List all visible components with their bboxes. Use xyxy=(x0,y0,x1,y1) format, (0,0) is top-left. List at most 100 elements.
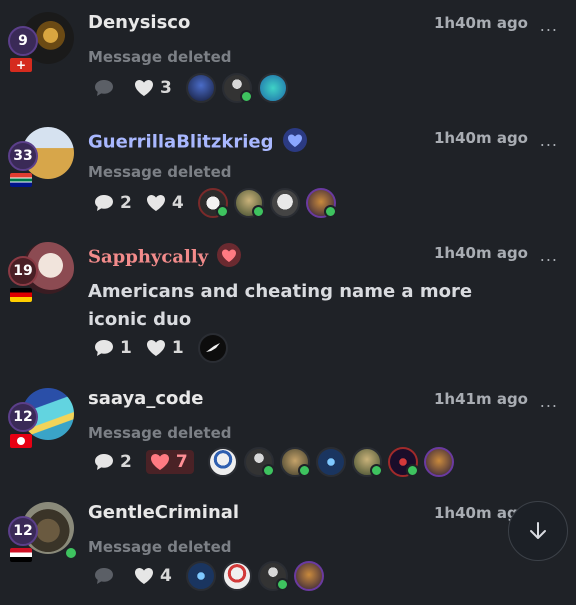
reactor-avatar[interactable] xyxy=(269,188,300,218)
comment-button[interactable]: 2 xyxy=(94,452,132,472)
more-options-button[interactable]: ... xyxy=(540,246,558,265)
reactor-avatar[interactable] xyxy=(293,561,324,591)
action-bar: 2 4 xyxy=(94,188,342,218)
avatar-group: 9 + xyxy=(8,12,74,78)
level-badge: 33 xyxy=(8,141,38,171)
online-indicator xyxy=(297,464,311,477)
like-button[interactable]: 4 xyxy=(146,193,184,213)
comment-post: 33 GuerrillaBlitzkrieg 1h40m ago ... Mes… xyxy=(0,127,576,227)
comment-post: 12 GentleCriminal 1h40m ago Message dele… xyxy=(0,502,576,605)
reactor-avatar[interactable] xyxy=(305,188,337,218)
flag-icon: + xyxy=(10,58,32,72)
more-options-button[interactable]: ... xyxy=(540,16,558,35)
comment-post: 12 saaya_code 1h41m ago ... Message dele… xyxy=(0,388,576,488)
like-button[interactable]: 4 xyxy=(134,566,172,586)
flag-icon xyxy=(10,173,32,187)
reactor-avatar[interactable] xyxy=(207,447,238,477)
flag-icon xyxy=(10,434,32,448)
comment-icon xyxy=(95,454,113,470)
heart-icon xyxy=(135,80,153,96)
reactor-avatar[interactable] xyxy=(257,73,288,103)
message-deleted-text: Message deleted xyxy=(88,163,232,181)
username[interactable]: Denysisco xyxy=(88,12,190,33)
avatar-group: 19 xyxy=(8,242,74,308)
message-deleted-text: Message deleted xyxy=(88,538,232,556)
online-indicator xyxy=(275,578,289,591)
avatar-group: 12 xyxy=(8,502,78,568)
avatar-group: 33 xyxy=(8,127,74,193)
username[interactable]: Sapphycally xyxy=(88,242,242,273)
comment-button[interactable] xyxy=(94,79,120,97)
comment-count: 2 xyxy=(120,193,132,213)
reactor-avatar[interactable] xyxy=(221,73,253,103)
timestamp: 1h40m ago xyxy=(433,14,528,32)
reactor-list xyxy=(185,561,330,591)
comment-post: 19 Sapphycally 1h40m ago ... Americans a… xyxy=(0,242,576,372)
timestamp: 1h41m ago xyxy=(433,390,528,408)
message-deleted-text: Message deleted xyxy=(88,424,232,442)
level-badge: 12 xyxy=(8,516,38,546)
comment-button[interactable] xyxy=(94,567,120,585)
like-count: 7 xyxy=(175,452,188,472)
comment-button[interactable]: 2 xyxy=(94,193,132,213)
timestamp: 1h40m ago xyxy=(433,129,528,147)
like-count: 1 xyxy=(171,338,184,358)
like-button[interactable]: 7 xyxy=(145,450,194,474)
reactor-avatar[interactable] xyxy=(185,73,216,103)
comment-icon xyxy=(95,80,113,96)
comment-count: 1 xyxy=(120,338,132,358)
online-indicator xyxy=(369,464,383,477)
heart-icon xyxy=(146,340,165,356)
reactor-avatar[interactable] xyxy=(197,188,229,218)
like-count: 3 xyxy=(160,78,172,98)
blue-heart-badge-icon xyxy=(282,127,308,158)
online-indicator xyxy=(251,205,265,218)
online-indicator xyxy=(64,546,78,560)
reactor-avatar[interactable] xyxy=(185,561,216,591)
username[interactable]: GentleCriminal xyxy=(88,502,239,523)
comment-feed: 9 + Denysisco 1h40m ago ... Message dele… xyxy=(0,0,576,605)
message-deleted-text: Message deleted xyxy=(88,48,232,66)
online-indicator xyxy=(215,205,229,218)
reactor-avatar[interactable] xyxy=(351,447,383,477)
comment-icon xyxy=(95,340,113,356)
comment-count: 2 xyxy=(120,452,132,472)
username[interactable]: GuerrillaBlitzkrieg xyxy=(88,127,308,158)
reactor-avatar[interactable] xyxy=(423,447,454,477)
like-button[interactable]: 3 xyxy=(134,78,172,98)
flag-icon xyxy=(10,548,32,562)
reactor-avatar[interactable] xyxy=(315,447,346,477)
comment-icon xyxy=(95,195,113,211)
username[interactable]: saaya_code xyxy=(88,388,203,409)
more-options-button[interactable]: ... xyxy=(540,131,558,150)
action-bar: 1 1 xyxy=(94,333,234,363)
online-indicator xyxy=(239,90,253,103)
comment-post: 9 + Denysisco 1h40m ago ... Message dele… xyxy=(0,12,576,112)
username-text: Sapphycally xyxy=(88,246,209,268)
reactor-list xyxy=(207,447,460,477)
level-badge: 12 xyxy=(8,402,38,432)
scroll-to-bottom-button[interactable] xyxy=(508,501,568,561)
reactor-avatar[interactable] xyxy=(233,188,265,218)
more-options-button[interactable]: ... xyxy=(540,392,558,411)
avatar-group: 12 xyxy=(8,388,74,454)
reactor-avatar[interactable] xyxy=(197,333,228,363)
reactor-avatar[interactable] xyxy=(279,447,311,477)
reactor-list xyxy=(197,188,342,218)
arrow-down-icon xyxy=(530,522,546,539)
heart-icon xyxy=(135,568,153,584)
heart-filled-icon xyxy=(150,454,169,470)
online-indicator xyxy=(261,464,275,477)
like-button[interactable]: 1 xyxy=(146,338,184,358)
comment-button[interactable]: 1 xyxy=(94,338,132,358)
reactor-avatar[interactable] xyxy=(387,447,419,477)
reactor-avatar[interactable] xyxy=(257,561,289,591)
reactor-avatar[interactable] xyxy=(221,561,252,591)
timestamp: 1h40m ago xyxy=(433,244,528,262)
like-count: 4 xyxy=(160,566,172,586)
online-indicator xyxy=(323,205,337,218)
action-bar: 4 xyxy=(94,561,330,591)
action-bar: 2 7 xyxy=(94,447,460,477)
reactor-avatar[interactable] xyxy=(243,447,275,477)
level-badge: 19 xyxy=(8,256,38,286)
